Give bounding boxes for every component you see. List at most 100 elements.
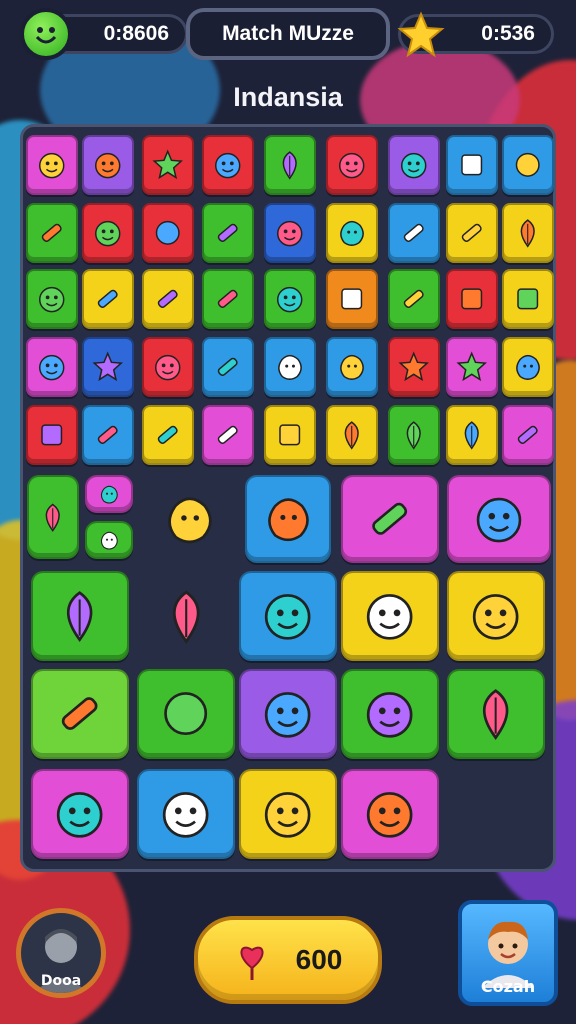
purple-ball-icon [144,205,192,261]
green-hat-icon [449,671,543,757]
tile[interactable] [447,669,545,759]
tile[interactable] [142,135,194,195]
tile[interactable] [239,571,337,661]
pink-ghost-icon [266,271,314,327]
green-blob-icon [328,205,376,261]
brush-icon [204,271,252,327]
tile[interactable] [326,135,378,195]
tile[interactable] [31,669,129,759]
tile[interactable] [388,203,440,263]
tile[interactable] [27,475,79,559]
tile[interactable] [245,475,331,563]
tile[interactable] [502,337,554,397]
roller-icon [343,477,437,561]
game-title-text: Match MUzze [222,22,354,45]
tile[interactable] [446,203,498,263]
tile[interactable] [264,337,316,397]
tile[interactable] [239,669,337,759]
tile[interactable] [31,769,129,859]
cookie-face-icon [241,573,335,659]
boy-face-icon [482,921,534,988]
tile[interactable] [202,135,254,195]
tile[interactable] [388,135,440,195]
tile[interactable] [326,405,378,465]
tile[interactable] [142,405,194,465]
tile[interactable] [239,769,337,859]
pen-icon [204,407,252,463]
key-icon [204,339,252,395]
tile[interactable] [85,521,133,559]
tile[interactable] [264,405,316,465]
tile[interactable] [82,405,134,465]
worm-icon [87,477,131,511]
score-button[interactable]: 600 [194,916,382,1004]
tile[interactable] [341,769,439,859]
tile[interactable] [202,269,254,329]
tile[interactable] [446,337,498,397]
tile[interactable] [446,405,498,465]
tile[interactable] [82,269,134,329]
ufo-icon [328,339,376,395]
star-icon[interactable] [396,10,446,60]
tile[interactable] [264,203,316,263]
tile[interactable] [26,269,78,329]
tile[interactable] [137,769,235,859]
lollipop-icon [504,407,552,463]
tile[interactable] [82,135,134,195]
tile[interactable] [202,337,254,397]
tile[interactable] [142,337,194,397]
tile[interactable] [264,269,316,329]
tile[interactable] [31,571,129,661]
tile[interactable] [26,203,78,263]
game-board [20,124,556,872]
tile[interactable] [388,405,440,465]
tile[interactable] [502,269,554,329]
tile[interactable] [142,203,194,263]
spinning-top-icon [504,339,552,395]
tile[interactable] [326,269,378,329]
tile[interactable] [202,203,254,263]
tile[interactable] [447,475,551,563]
tile[interactable] [26,405,78,465]
tile[interactable] [388,269,440,329]
bottle-icon [390,205,438,261]
tile[interactable] [326,337,378,397]
crystal-icon [448,339,496,395]
tile[interactable] [502,135,554,195]
bean-icon [29,477,77,557]
tile[interactable] [82,203,134,263]
tile[interactable] [326,203,378,263]
right-counter-value: 0:536 [481,22,535,45]
tile[interactable] [388,337,440,397]
tile[interactable] [26,337,78,397]
level-name: Indansia [233,82,343,112]
tile[interactable] [85,475,133,513]
wrench-icon [84,407,132,463]
score-value: 600 [295,944,343,975]
tile[interactable] [502,203,554,263]
tile[interactable] [202,405,254,465]
tile[interactable] [341,571,439,661]
tile[interactable] [341,475,439,563]
tile[interactable] [137,669,235,759]
right-player-avatar[interactable]: Cozah [458,900,558,1006]
left-player-avatar[interactable]: Dooa [16,908,106,998]
leaf-icon [504,205,552,261]
tile[interactable] [264,135,316,195]
log-icon [28,205,76,261]
tile[interactable] [26,135,78,195]
tile[interactable] [447,571,545,661]
tile[interactable] [341,669,439,759]
sun-face-icon [241,671,335,757]
tile[interactable] [446,269,498,329]
tile[interactable] [446,135,498,195]
tile[interactable] [502,405,554,465]
tile[interactable] [141,475,237,563]
red-bird-icon [139,771,233,857]
smiley-icon[interactable] [20,8,72,60]
sunflower-face-icon [343,771,437,857]
tile[interactable] [82,337,134,397]
crayon-icon [144,271,192,327]
tile[interactable] [142,269,194,329]
tile[interactable] [137,571,235,661]
